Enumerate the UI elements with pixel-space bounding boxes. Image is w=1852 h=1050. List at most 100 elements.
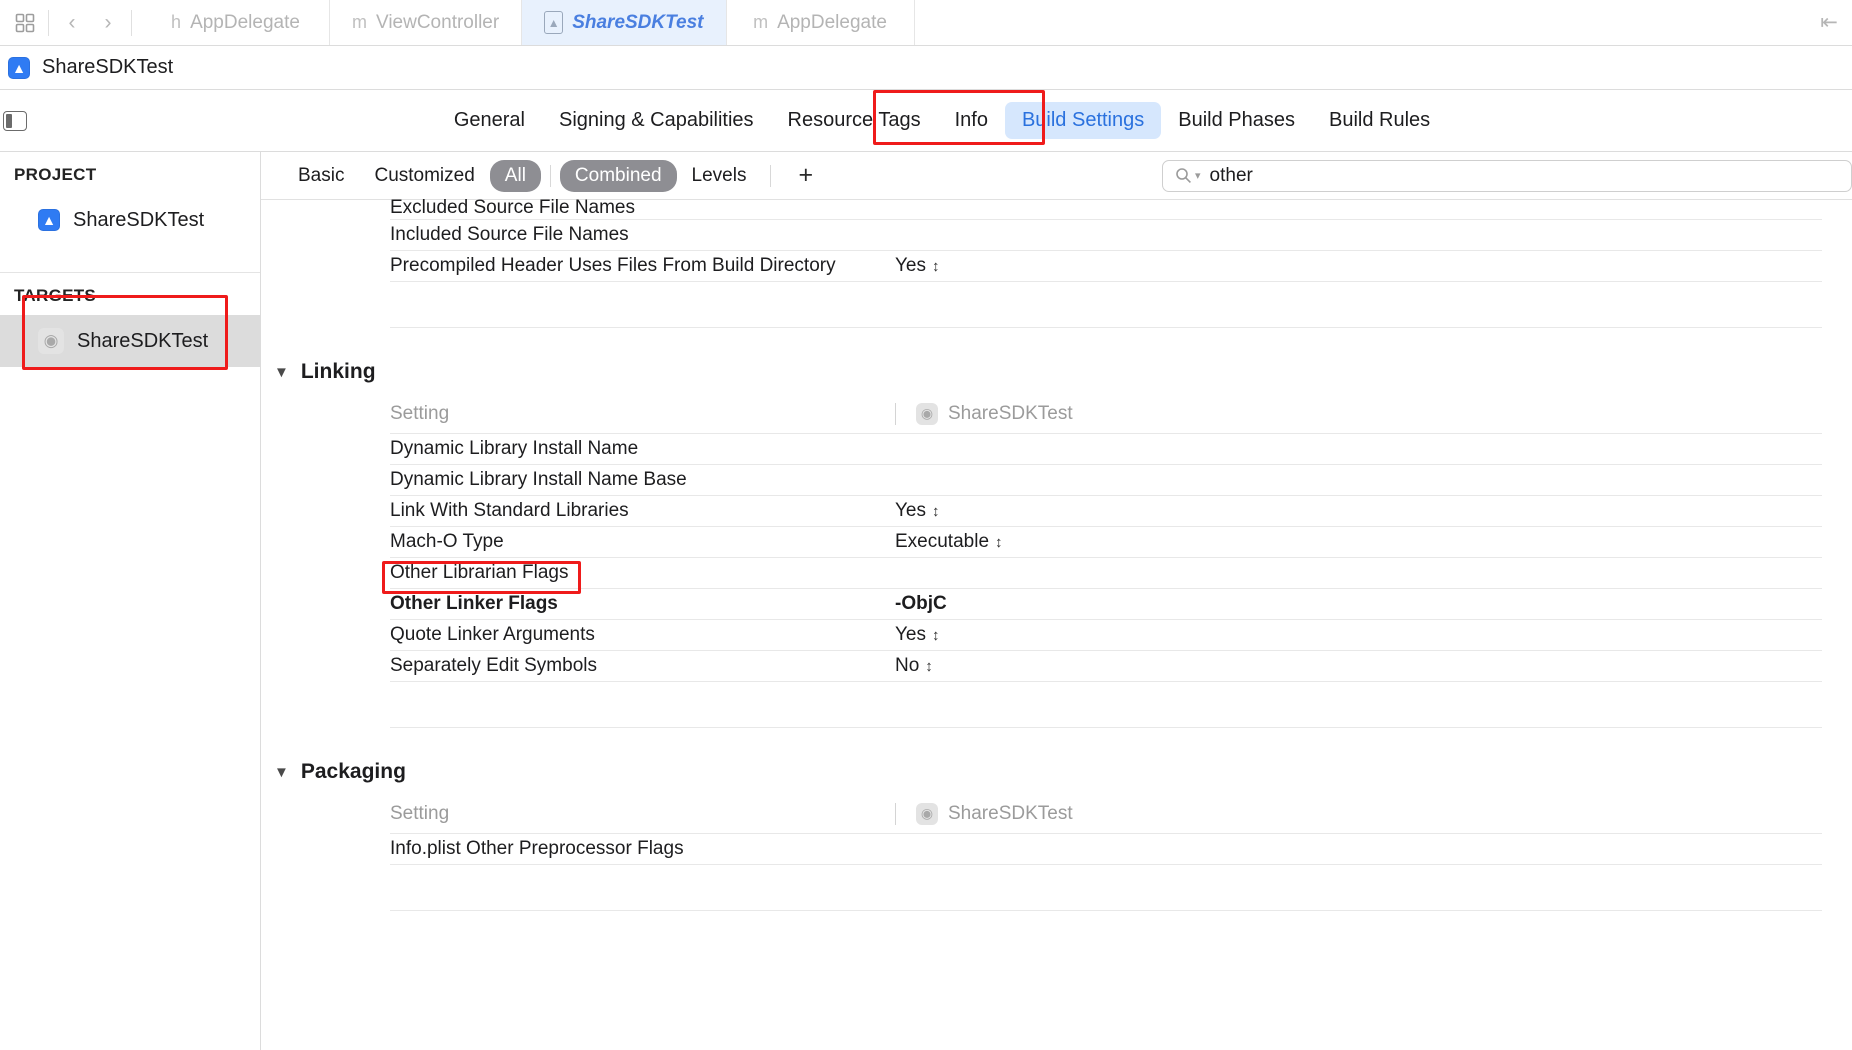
table-row[interactable]: Quote Linker Arguments Yes ↕ — [390, 620, 1822, 651]
sidebar-item-project-sharesdktest[interactable]: ▲ ShareSDKTest — [0, 194, 260, 246]
tab-bar-leading-controls: ‹ › — [0, 0, 142, 45]
breadcrumb-project-name[interactable]: ShareSDKTest — [42, 56, 173, 79]
target-icon: ◉ — [916, 803, 938, 825]
xcode-project-icon: ▲ — [38, 209, 60, 231]
setting-name: Other Linker Flags — [390, 593, 895, 615]
setting-value[interactable]: -ObjC — [895, 593, 1822, 615]
table-spacer — [390, 282, 1822, 328]
tab-resource-tags[interactable]: Resource Tags — [771, 102, 938, 139]
table-row[interactable]: Info.plist Other Preprocessor Flags — [390, 834, 1822, 865]
tab-build-settings[interactable]: Build Settings — [1005, 102, 1161, 139]
setting-value-text: Yes — [895, 255, 926, 277]
table-row[interactable]: Precompiled Header Uses Files From Build… — [390, 251, 1822, 282]
setting-name: Precompiled Header Uses Files From Build… — [390, 255, 895, 277]
chevron-down-icon[interactable]: ▼ — [274, 364, 289, 381]
build-settings-pane: Basic Customized All Combined Levels + ▾… — [261, 152, 1852, 1050]
table-row[interactable]: Dynamic Library Install Name Base — [390, 465, 1822, 496]
stepper-icon[interactable]: ↕ — [925, 658, 932, 675]
filter-combined[interactable]: Combined — [560, 160, 677, 192]
section-header-packaging[interactable]: ▼ Packaging — [261, 750, 1852, 794]
stepper-icon[interactable]: ↕ — [932, 627, 939, 644]
editor-tab-label: AppDelegate — [190, 12, 300, 34]
table-row-other-linker-flags[interactable]: Other Linker Flags -ObjC — [390, 589, 1822, 620]
setting-value[interactable]: Yes ↕ — [895, 500, 1822, 522]
editor-tab-viewcontroller-m[interactable]: m ViewController — [330, 0, 522, 45]
table-spacer — [390, 682, 1822, 728]
divider — [770, 165, 771, 187]
expand-icon[interactable]: ⇤ — [1812, 6, 1846, 40]
filter-customized[interactable]: Customized — [359, 160, 489, 192]
sidebar-item-label: ShareSDKTest — [73, 209, 204, 232]
column-header-target: ◉ ShareSDKTest — [895, 803, 1822, 825]
grid-icon[interactable] — [8, 6, 42, 40]
table-row[interactable]: Included Source File Names — [390, 220, 1822, 251]
setting-value-text: No — [895, 655, 919, 677]
sidebar-item-target-sharesdktest[interactable]: ◉ ShareSDKTest — [0, 315, 260, 367]
search-field[interactable]: ▾ other — [1162, 160, 1852, 192]
project-editor-tab-list: General Signing & Capabilities Resource … — [32, 102, 1852, 139]
setting-value-text: Executable — [895, 531, 989, 553]
section-header-linking[interactable]: ▼ Linking — [261, 350, 1852, 394]
editor-tab-label: ViewController — [376, 12, 499, 34]
build-settings-table: Excluded Source File Names Included Sour… — [261, 200, 1852, 911]
xcode-project-icon: ▲ — [8, 57, 30, 79]
setting-name: Link With Standard Libraries — [390, 500, 895, 522]
stepper-icon[interactable]: ↕ — [932, 503, 939, 520]
table-row[interactable]: Other Librarian Flags — [390, 558, 1822, 589]
main-split: PROJECT ▲ ShareSDKTest TARGETS ◉ ShareSD… — [0, 152, 1852, 1050]
tab-info[interactable]: Info — [938, 102, 1005, 139]
section-gap — [261, 328, 1852, 350]
setting-name: Other Librarian Flags — [390, 562, 895, 584]
search-input-value[interactable]: other — [1210, 165, 1253, 187]
filter-basic[interactable]: Basic — [283, 160, 359, 192]
file-kind-icon: h — [171, 12, 181, 33]
navigator-toggle-icon — [3, 111, 27, 131]
column-header-row: Setting ◉ ShareSDKTest — [390, 394, 1822, 434]
tab-build-rules[interactable]: Build Rules — [1312, 102, 1447, 139]
tab-signing-capabilities[interactable]: Signing & Capabilities — [542, 102, 771, 139]
setting-value-text: Yes — [895, 624, 926, 646]
file-kind-icon: m — [352, 12, 367, 33]
editor-tab-bar: ‹ › h AppDelegate m ViewController ▲ Sha… — [0, 0, 1852, 46]
project-target-sidebar: PROJECT ▲ ShareSDKTest TARGETS ◉ ShareSD… — [0, 152, 261, 1050]
sidebar-header-project: PROJECT — [0, 152, 260, 194]
setting-name: Separately Edit Symbols — [390, 655, 895, 677]
editor-tab-label: AppDelegate — [777, 12, 887, 34]
setting-name: Mach-O Type — [390, 531, 895, 553]
setting-name: Quote Linker Arguments — [390, 624, 895, 646]
divider — [550, 165, 551, 187]
tab-build-phases[interactable]: Build Phases — [1161, 102, 1312, 139]
setting-name: Info.plist Other Preprocessor Flags — [390, 838, 895, 860]
column-header-target-label: ShareSDKTest — [948, 403, 1073, 425]
table-row[interactable]: Separately Edit Symbols No ↕ — [390, 651, 1822, 682]
table-row[interactable]: Excluded Source File Names — [390, 200, 1822, 220]
filter-levels[interactable]: Levels — [677, 160, 762, 192]
xcode-project-icon: ▲ — [544, 11, 563, 34]
setting-value[interactable]: No ↕ — [895, 655, 1822, 677]
editor-tab-sharesdktest-project[interactable]: ▲ ShareSDKTest — [522, 0, 726, 45]
navigator-toggle-button[interactable] — [0, 111, 32, 131]
stepper-icon[interactable]: ↕ — [932, 258, 939, 275]
editor-tab-appdelegate-h[interactable]: h AppDelegate — [142, 0, 330, 45]
filter-all[interactable]: All — [490, 160, 541, 192]
editor-tab-label: ShareSDKTest — [572, 12, 703, 34]
setting-value[interactable]: Yes ↕ — [895, 255, 1822, 277]
table-spacer — [390, 865, 1822, 911]
column-header-target: ◉ ShareSDKTest — [895, 403, 1822, 425]
add-setting-button[interactable]: + — [780, 161, 831, 190]
setting-name: Excluded Source File Names — [390, 197, 895, 219]
section-title: Linking — [301, 360, 376, 384]
editor-tab-appdelegate-m[interactable]: m AppDelegate — [727, 0, 915, 45]
section-title: Packaging — [301, 760, 406, 784]
table-row[interactable]: Mach-O Type Executable ↕ — [390, 527, 1822, 558]
setting-value[interactable]: Yes ↕ — [895, 624, 1822, 646]
table-row[interactable]: Link With Standard Libraries Yes ↕ — [390, 496, 1822, 527]
setting-value[interactable]: Executable ↕ — [895, 531, 1822, 553]
chevron-down-icon[interactable]: ▼ — [274, 764, 289, 781]
chevron-right-icon[interactable]: › — [91, 6, 125, 40]
stepper-icon[interactable]: ↕ — [995, 534, 1002, 551]
chevron-left-icon[interactable]: ‹ — [55, 6, 89, 40]
file-kind-icon: m — [753, 12, 768, 33]
tab-general[interactable]: General — [437, 102, 542, 139]
table-row[interactable]: Dynamic Library Install Name — [390, 434, 1822, 465]
